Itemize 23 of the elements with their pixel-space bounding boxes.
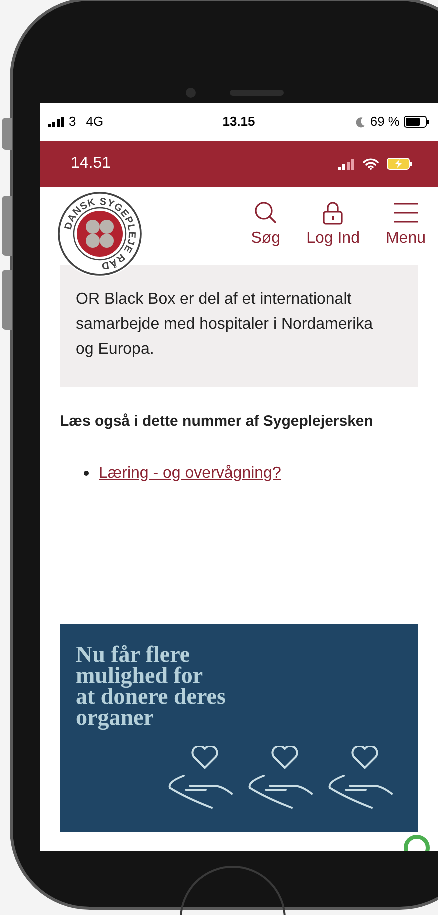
status-time: 14.51 [71, 154, 112, 174]
moon-icon [356, 116, 366, 128]
section-heading: Læs også i dette nummer af Sygeplejersken [60, 412, 374, 432]
nav-button[interactable]: Menu [386, 201, 426, 247]
bullet-icon [84, 471, 89, 476]
signal-icon [48, 117, 65, 127]
banner[interactable]: Nu får flere mulighed for at donere deres organer [60, 624, 418, 832]
carrier-name: 3 [69, 113, 76, 132]
search-icon [254, 201, 278, 225]
status-time: 13.15 [222, 113, 256, 132]
speaker-grille [230, 90, 284, 96]
network-type: 4G [86, 113, 104, 132]
battery-icon [404, 116, 430, 128]
wifi-icon [363, 158, 379, 170]
signal-icon [338, 158, 355, 170]
nav-button[interactable]: Søg [251, 201, 281, 247]
battery-percent: 69 % [370, 113, 400, 132]
info-text: OR Black Box er del af et internationalt samarbejde med hospitaler i Nordamerika og Europa. [76, 290, 374, 360]
battery-charging-icon [387, 158, 413, 170]
nav-button[interactable]: Log Ind [306, 201, 360, 247]
lock-icon [322, 201, 344, 225]
menu-icon [392, 202, 419, 224]
article-link[interactable]: Læring - og overvågning? [99, 462, 282, 486]
